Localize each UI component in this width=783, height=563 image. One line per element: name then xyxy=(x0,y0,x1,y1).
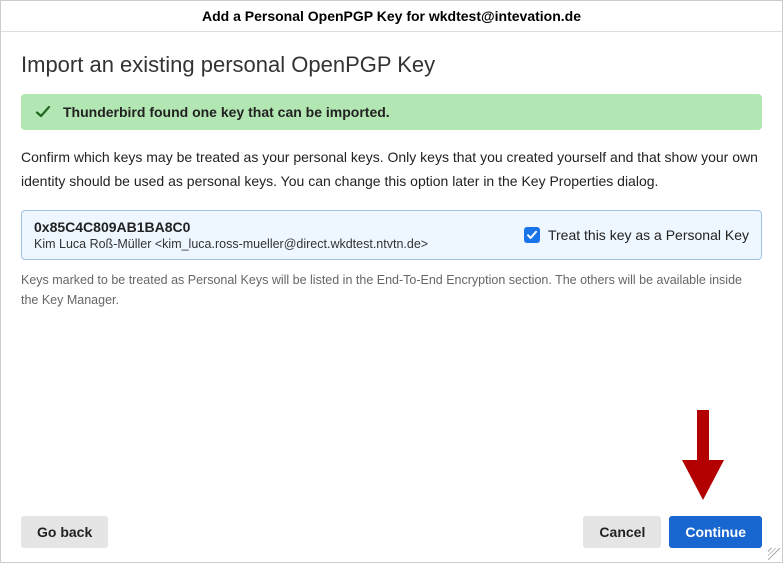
description-text: Confirm which keys may be treated as you… xyxy=(21,146,762,194)
annotation-arrow-icon xyxy=(682,410,724,500)
dialog-footer: Go back Cancel Continue xyxy=(1,502,782,562)
banner-text: Thunderbird found one key that can be im… xyxy=(63,104,390,120)
cancel-button[interactable]: Cancel xyxy=(583,516,661,548)
success-banner: Thunderbird found one key that can be im… xyxy=(21,94,762,130)
key-card: 0x85C4C809AB1BA8C0 Kim Luca Roß-Müller <… xyxy=(21,210,762,260)
page-heading: Import an existing personal OpenPGP Key xyxy=(21,52,762,78)
resize-grip-icon[interactable] xyxy=(768,548,780,560)
treat-personal-checkbox[interactable] xyxy=(524,227,540,243)
treat-personal-label[interactable]: Treat this key as a Personal Key xyxy=(548,227,749,243)
key-id: 0x85C4C809AB1BA8C0 xyxy=(34,219,512,235)
go-back-button[interactable]: Go back xyxy=(21,516,108,548)
footnote: Keys marked to be treated as Personal Ke… xyxy=(21,270,762,310)
key-userid: Kim Luca Roß-Müller <kim_luca.ross-muell… xyxy=(34,237,512,251)
check-icon xyxy=(35,104,51,120)
window-title: Add a Personal OpenPGP Key for wkdtest@i… xyxy=(1,1,782,32)
continue-button[interactable]: Continue xyxy=(669,516,762,548)
